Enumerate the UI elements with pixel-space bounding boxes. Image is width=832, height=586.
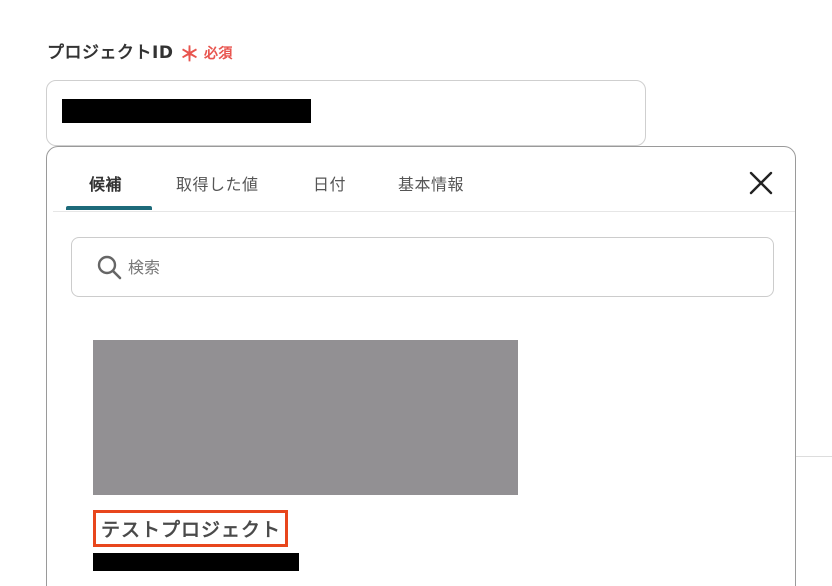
search-input[interactable] xyxy=(128,257,728,277)
search-box[interactable] xyxy=(71,237,774,297)
search-icon xyxy=(97,255,122,280)
redacted-value xyxy=(62,99,311,123)
candidate-item[interactable]: テストプロジェクト xyxy=(93,340,518,571)
active-tab-indicator xyxy=(66,206,152,210)
field-label-text: プロジェクトID xyxy=(47,43,174,63)
picker-tabs: 候補 取得した値 日付 基本情報 xyxy=(47,147,795,212)
candidate-redacted-id xyxy=(93,553,299,571)
required-asterisk: ＊ xyxy=(179,42,200,66)
project-id-input[interactable] xyxy=(46,80,646,146)
required-text: 必須 xyxy=(203,46,233,62)
tab-date[interactable]: 日付 xyxy=(313,171,346,195)
field-label: プロジェクトID ＊ 必須 xyxy=(47,38,233,66)
tabs-divider xyxy=(53,211,795,212)
background-divider xyxy=(795,456,832,457)
candidate-thumbnail xyxy=(93,340,518,495)
value-picker-dropdown: 候補 取得した値 日付 基本情報 テストプロジェクト xyxy=(46,146,796,586)
required-indicator: ＊ 必須 xyxy=(179,41,233,66)
tab-candidates[interactable]: 候補 xyxy=(89,171,122,195)
close-icon[interactable] xyxy=(749,171,773,195)
tab-retrieved-values[interactable]: 取得した値 xyxy=(176,171,259,195)
candidate-title[interactable]: テストプロジェクト xyxy=(93,510,289,547)
tab-basic-info[interactable]: 基本情報 xyxy=(398,171,464,195)
page: プロジェクトID ＊ 必須 候補 取得した値 日付 基本情報 検索 テストプロジ… xyxy=(0,0,832,586)
